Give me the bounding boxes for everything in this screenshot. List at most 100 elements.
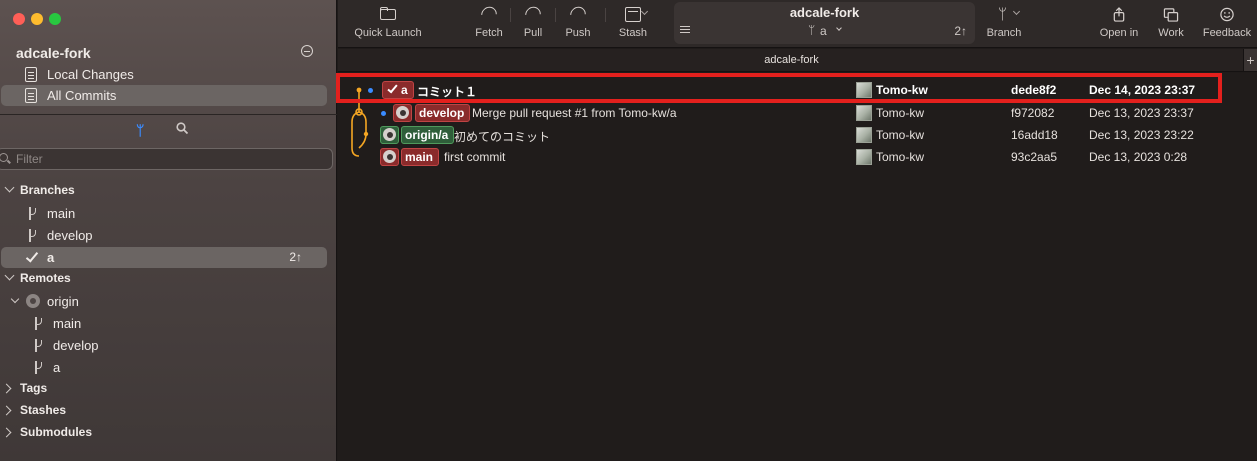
work-label: Work [1158,27,1184,39]
chevron-right-icon [1,427,12,438]
chevron-down-icon [4,270,15,281]
commit-author: Tomo-kw [876,106,925,120]
toolbar: Quick Launch Fetch Pull Push Stash adcal… [338,0,1257,48]
branch-icon [28,207,38,220]
remote-branch-develop[interactable]: develop [0,335,337,356]
commit-row[interactable]: develop Merge pull request #1 from Tomo-… [338,102,1257,124]
stash-icon [625,7,641,22]
search-icon[interactable] [176,122,188,136]
author-avatar [856,82,872,98]
author-avatar [856,105,872,121]
commit-author: Tomo-kw [876,150,925,164]
commit-message: Merge pull request #1 from Tomo-kw/a [472,106,677,120]
fetch-button[interactable]: Fetch [469,0,509,48]
github-remote-badge [393,104,412,122]
commit-author: Tomo-kw [876,83,928,97]
commit-row[interactable]: main first commit Tomo-kw 93c2aa5 Dec 13… [338,146,1257,168]
pull-label: Pull [523,27,543,39]
repository-selector[interactable]: adcale-fork ᛘ a 2↑ [674,2,975,44]
commit-date: Dec 13, 2023 23:22 [1089,128,1194,142]
github-remote-badge [380,126,399,144]
repository-name: adcale-fork [789,5,860,20]
remote-branch-main[interactable]: main [0,313,337,334]
nav-all-commits[interactable]: All Commits [1,85,327,106]
branch-icon [34,339,44,352]
branch-badge-a[interactable]: a [382,81,414,99]
section-stashes[interactable]: Stashes [0,403,337,423]
repo-options-icon[interactable] [301,45,313,57]
nav-local-changes-label: Local Changes [47,67,134,82]
chevron-down-icon [4,182,15,193]
section-stashes-label: Stashes [20,403,67,417]
github-icon [383,128,396,141]
remote-branch-a[interactable]: a [0,357,337,378]
chevron-right-icon [1,405,12,416]
open-in-label: Open in [1099,27,1139,39]
branch-item-main[interactable]: main [0,203,337,224]
sidebar-repo-name: adcale-fork [16,45,91,61]
commit-date: Dec 13, 2023 23:37 [1089,106,1194,120]
quick-launch-button[interactable]: Quick Launch [348,0,428,48]
work-button[interactable]: Work [1152,0,1190,48]
commit-message: コミット１ [417,85,478,99]
branch-tip-dot [381,111,386,116]
section-submodules[interactable]: Submodules [0,425,337,445]
filter-search-icon [0,153,8,162]
sidebar: adcale-fork Local Changes All Commits ᛘ … [0,0,337,461]
fetch-label: Fetch [475,27,503,39]
commit-message: first commit [444,150,506,164]
nav-local-changes[interactable]: Local Changes [0,64,337,85]
filter-input[interactable]: Filter [0,148,333,170]
branch-badge-develop[interactable]: develop [415,104,471,122]
github-icon [26,294,40,308]
share-icon [1113,7,1125,22]
minimize-window-button[interactable] [31,13,43,25]
add-tab-button[interactable]: + [1243,49,1257,71]
remote-branch-label: main [53,316,82,331]
feedback-button[interactable]: Feedback [1197,0,1257,48]
section-tags-label: Tags [20,381,48,395]
current-branch-name: a [820,24,827,38]
stash-label: Stash [618,27,648,39]
document-icon [25,67,37,82]
current-branch-ahead: 2↑ [954,24,967,38]
branches-view-icon[interactable]: ᛘ [136,122,144,138]
section-remotes-label: Remotes [20,271,71,285]
pull-icon [522,3,544,26]
commit-row[interactable]: a コミット１ Tomo-kw dede8f2 Dec 14, 2023 23:… [338,79,1257,101]
author-avatar [856,127,872,143]
commit-message: 初めてのコミット [454,130,551,144]
author-avatar [856,149,872,165]
close-window-button[interactable] [13,13,25,25]
branch-item-a[interactable]: a 2↑ [1,247,327,268]
branch-button[interactable]: ᛘ Branch [981,0,1027,48]
section-branches[interactable]: Branches [0,182,337,203]
github-icon [396,106,409,119]
commit-row[interactable]: origin/a 初めてのコミット Tomo-kw 16add18 Dec 13… [338,124,1257,146]
branch-icon: ᛘ [998,6,1008,23]
zoom-window-button[interactable] [49,13,61,25]
branch-ahead-count: 2↑ [289,250,302,264]
commit-sha: 93c2aa5 [1011,150,1058,164]
remote-branch-label: develop [53,338,99,353]
commit-date: Dec 13, 2023 0:28 [1089,150,1188,164]
commit-date: Dec 14, 2023 23:37 [1089,83,1196,97]
branch-badge-origin-a[interactable]: origin/a [401,126,455,144]
stash-button[interactable]: Stash [613,0,653,48]
commit-graph [351,87,369,157]
section-tags[interactable]: Tags [0,381,337,401]
commit-sha: dede8f2 [1011,83,1057,97]
remote-origin[interactable]: origin [0,291,337,312]
branch-item-develop[interactable]: develop [0,225,337,246]
push-button[interactable]: Push [560,0,596,48]
tab-bar: adcale-fork + [338,49,1257,72]
toolbar-separator [605,8,606,22]
pull-button[interactable]: Pull [516,0,550,48]
branch-badge-main[interactable]: main [401,148,440,166]
checkmark-icon [387,82,398,94]
open-in-button[interactable]: Open in [1095,0,1143,48]
section-remotes[interactable]: Remotes [0,270,337,291]
branch-item-label: a [47,250,55,265]
smiley-icon [1220,7,1234,22]
tab-repository[interactable]: adcale-fork [338,54,1245,66]
